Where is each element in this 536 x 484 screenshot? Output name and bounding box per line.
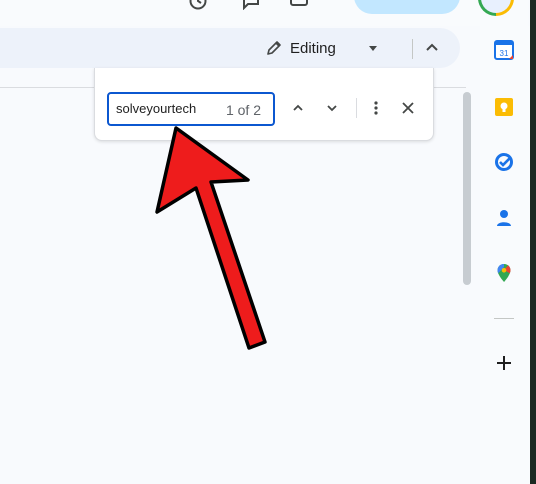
chevron-up-icon [425,41,439,55]
previous-match-button[interactable] [286,96,310,120]
contacts-icon[interactable] [493,207,515,229]
collapse-menus-button[interactable] [420,36,444,60]
comment-icon[interactable] [242,0,260,11]
close-icon [402,102,414,114]
calendar-icon[interactable]: 31 [493,39,515,61]
share-button[interactable] [354,0,460,14]
tasks-icon[interactable] [493,151,515,173]
caret-down-icon [368,45,377,51]
find-bar-divider [356,98,357,118]
svg-text:31: 31 [500,49,509,58]
video-call-icon[interactable] [290,0,308,10]
next-match-button[interactable] [320,96,344,120]
find-match-count: 1 of 2 [225,102,261,118]
history-icon[interactable] [189,0,207,10]
scrollbar-thumb[interactable] [463,92,471,285]
add-icon[interactable] [493,352,515,374]
maps-icon[interactable] [493,262,515,284]
close-find-button[interactable] [396,96,420,120]
window-edge [530,0,536,484]
chevron-up-icon [292,102,304,114]
chevron-down-icon [326,102,338,114]
pencil-icon [266,40,282,56]
find-input[interactable] [116,101,216,116]
toolbar-divider [412,39,413,59]
find-options-button[interactable] [364,96,388,120]
keep-icon[interactable] [493,96,515,118]
side-panel [480,26,530,484]
more-vert-icon [374,101,378,115]
editing-mode-dropdown[interactable]: Editing [262,32,400,64]
find-input-box[interactable]: 1 of 2 [107,92,275,126]
side-panel-divider [494,318,514,319]
editing-mode-label: Editing [290,39,336,57]
